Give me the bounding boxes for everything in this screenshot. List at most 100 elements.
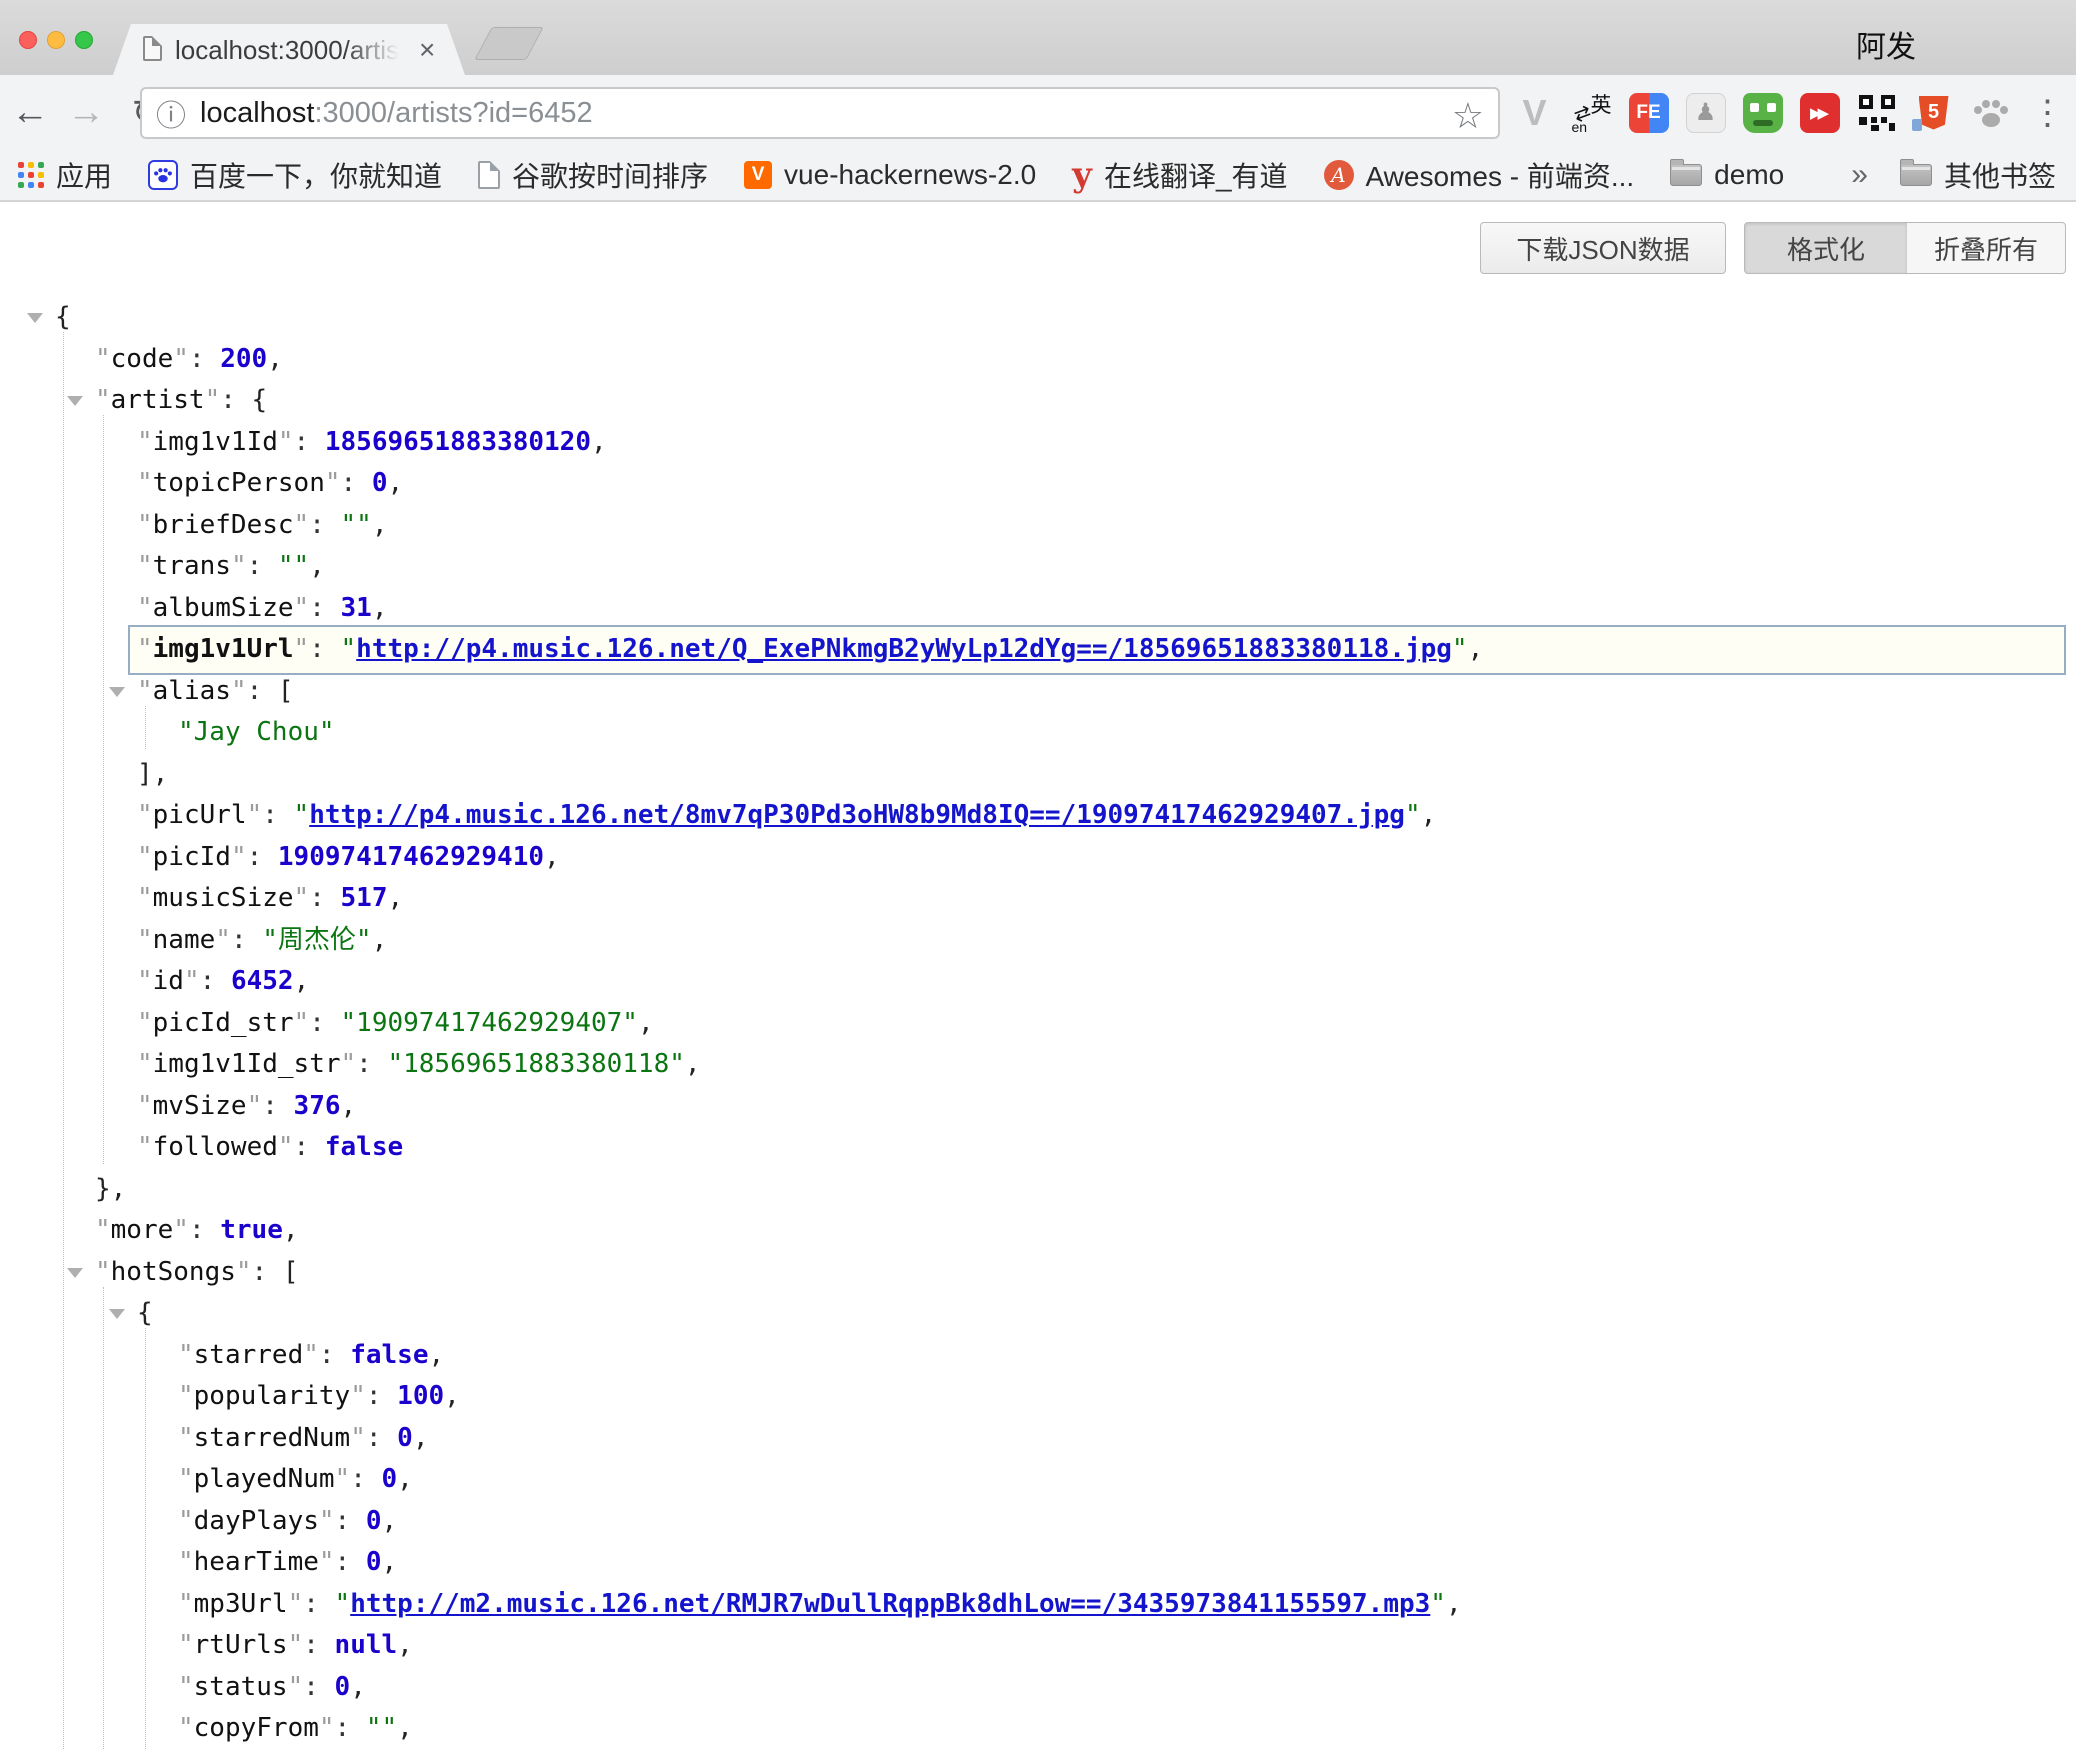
json-line: "musicSize": 517, xyxy=(0,878,2076,920)
window-close-button[interactable] xyxy=(19,31,37,49)
json-punctuation: , xyxy=(397,1464,413,1494)
address-bar[interactable]: ⓘ localhost:3000/artists?id=6452 ☆ xyxy=(140,87,1500,139)
json-key: img1v1Id_str xyxy=(153,1049,341,1079)
json-line: "picId_str": "19097417462929407", xyxy=(0,1003,2076,1045)
browser-toolbar: ← → ↻ ⓘ localhost:3000/artists?id=6452 ☆… xyxy=(0,75,2076,150)
download-json-button[interactable]: 下载JSON数据 xyxy=(1480,222,1726,274)
json-punctuation: , xyxy=(638,1008,654,1038)
json-line: "more": true, xyxy=(0,1210,2076,1252)
json-link[interactable]: http://m2.music.126.net/RMJR7wDullRqppBk… xyxy=(350,1589,1430,1619)
fe-extension[interactable]: FE xyxy=(1620,93,1677,133)
sitemap-extension-icon: ♟ xyxy=(1686,93,1726,133)
json-line: "Jay Chou" xyxy=(0,712,2076,754)
vimium-extension[interactable]: V xyxy=(1506,93,1563,133)
bookmark-item-5[interactable]: y在线翻译_有道 xyxy=(1072,155,1287,195)
json-line: ], xyxy=(0,754,2076,796)
new-tab-button[interactable] xyxy=(474,27,544,60)
paw-extension[interactable] xyxy=(1962,93,2019,133)
forward-icon[interactable]: → xyxy=(64,75,108,150)
bookmark-item-1[interactable]: 应用 xyxy=(18,155,112,195)
json-key: picUrl xyxy=(153,800,247,830)
json-line: "popularity": 100, xyxy=(0,1376,2076,1418)
json-number: 0 xyxy=(372,468,388,498)
tab-close-icon[interactable]: × xyxy=(419,34,435,66)
json-number: null xyxy=(335,1630,398,1660)
json-string: "Jay Chou" xyxy=(178,717,335,747)
window-maximize-button[interactable] xyxy=(75,31,93,49)
bookmark-label: 在线翻译_有道 xyxy=(1104,155,1288,195)
json-number: false xyxy=(350,1340,428,1370)
json-key: id xyxy=(153,966,184,996)
translate-extension[interactable]: 英en⇄ xyxy=(1563,93,1620,133)
format-button[interactable]: 格式化 xyxy=(1744,222,1908,274)
json-number: 0 xyxy=(335,1672,351,1702)
collapse-triangle-icon[interactable] xyxy=(109,687,125,697)
json-line: "starredNum": 0, xyxy=(0,1418,2076,1460)
json-number: false xyxy=(325,1132,403,1162)
tampermonkey-extension[interactable] xyxy=(1734,93,1791,133)
json-key: artist xyxy=(111,385,205,415)
collapse-all-button[interactable]: 折叠所有 xyxy=(1907,222,2066,274)
json-punctuation: , xyxy=(1468,634,1484,664)
json-number: 0 xyxy=(366,1547,382,1577)
json-line: "artist": { xyxy=(0,380,2076,422)
json-key: copyFrom xyxy=(194,1713,319,1743)
json-line: "mp3Url": "http://m2.music.126.net/RMJR7… xyxy=(0,1584,2076,1626)
json-key: mvSize xyxy=(153,1091,247,1121)
json-string: "周杰伦" xyxy=(262,925,371,955)
folder-icon xyxy=(1670,164,1702,186)
other-bookmarks-folder[interactable]: 其他书签 xyxy=(1900,155,2056,195)
collapse-triangle-icon[interactable] xyxy=(109,1309,125,1319)
json-link[interactable]: http://p4.music.126.net/8mv7qP30Pd3oHW8b… xyxy=(309,800,1405,830)
json-punctuation: , xyxy=(372,925,388,955)
bookmark-item-4[interactable]: Vvue-hackernews-2.0 xyxy=(744,159,1036,191)
extensions-row: V英en⇄FE♟ ▶▶ 5 ⋮ xyxy=(1506,75,2076,150)
browser-tab[interactable]: localhost:3000/artists?id=645 × xyxy=(113,24,465,75)
json-line-highlighted: "img1v1Url": "http://p4.music.126.net/Q_… xyxy=(0,629,2076,671)
browser-menu-button[interactable]: ⋮ xyxy=(2019,93,2076,133)
json-punctuation: , xyxy=(591,427,607,457)
window-minimize-button[interactable] xyxy=(47,31,65,49)
bookmark-star-icon[interactable]: ☆ xyxy=(1452,95,1484,137)
html5-extension[interactable]: 5 xyxy=(1905,93,1962,133)
back-icon[interactable]: ← xyxy=(8,75,52,150)
tab-title-fade xyxy=(345,35,417,67)
collapse-triangle-icon[interactable] xyxy=(67,1268,83,1278)
awesomes-icon: A xyxy=(1324,160,1354,190)
json-line: { xyxy=(0,297,2076,339)
video-speed-extension-icon: ▶▶ xyxy=(1800,93,1840,133)
json-key: rtUrls xyxy=(194,1630,288,1660)
collapse-triangle-icon[interactable] xyxy=(67,396,83,406)
bookmark-label: 谷歌按时间排序 xyxy=(512,155,708,195)
bookmark-item-6[interactable]: AAwesomes - 前端资... xyxy=(1324,155,1635,195)
json-number: 0 xyxy=(397,1423,413,1453)
bookmark-item-2[interactable]: 百度一下，你就知道 xyxy=(148,155,442,195)
url-text[interactable]: localhost:3000/artists?id=6452 xyxy=(200,97,593,130)
collapse-triangle-icon[interactable] xyxy=(27,313,43,323)
json-punctuation: ], xyxy=(137,759,168,789)
sitemap-extension[interactable]: ♟ xyxy=(1677,93,1734,133)
bookmark-item-3[interactable]: 谷歌按时间排序 xyxy=(478,155,708,195)
json-line: "copyFrom": "", xyxy=(0,1708,2076,1750)
json-key: topicPerson xyxy=(153,468,325,498)
json-punctuation: , xyxy=(428,1340,444,1370)
page-info-icon[interactable]: ⓘ xyxy=(156,91,186,135)
browser-profile-name[interactable]: 阿发 xyxy=(1856,22,1916,66)
video-speed-extension[interactable]: ▶▶ xyxy=(1791,93,1848,133)
qr-code-extension[interactable] xyxy=(1848,93,1905,133)
json-punctuation: , xyxy=(685,1049,701,1079)
json-link[interactable]: http://p4.music.126.net/Q_ExePNkmgB2yWyL… xyxy=(356,634,1452,664)
apps-grid-icon xyxy=(18,162,44,188)
json-key: status xyxy=(194,1672,288,1702)
json-line: "albumSize": 31, xyxy=(0,588,2076,630)
tampermonkey-extension-icon xyxy=(1743,93,1783,133)
bookmark-item-7[interactable]: demo xyxy=(1670,159,1784,191)
bookmarks-overflow-icon[interactable]: » xyxy=(1851,158,1868,192)
json-punctuation: , xyxy=(387,883,403,913)
json-key: code xyxy=(111,344,174,374)
json-punctuation: [ xyxy=(283,1257,299,1287)
json-key: img1v1Id xyxy=(153,427,278,457)
json-key: hotSongs xyxy=(111,1257,236,1287)
json-punctuation: , xyxy=(341,1091,357,1121)
json-punctuation: { xyxy=(55,302,71,332)
